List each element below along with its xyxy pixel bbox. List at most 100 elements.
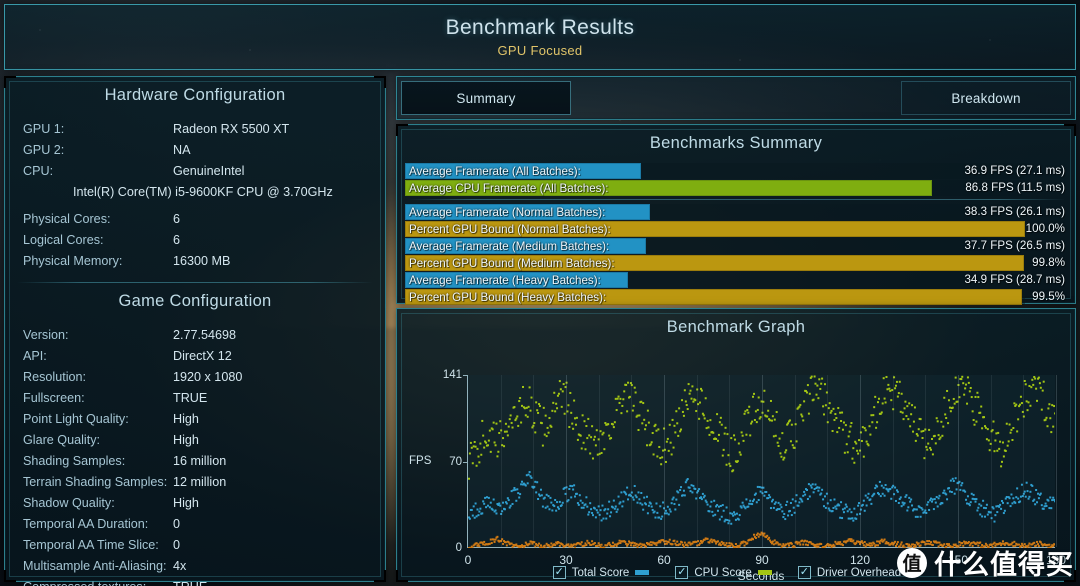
plot-area: 0 30 60 90 120 150 180 0 70 141 [443, 369, 1066, 567]
benchmark-bar-row: Percent GPU Bound (Normal Batches): 100.0… [405, 221, 1067, 237]
x-tick-label: 150 [947, 553, 969, 567]
config-row: Shading Samples: 16 million [5, 451, 385, 472]
config-key: Temporal AA Duration: [23, 517, 149, 531]
bar-value: 86.8 FPS (11.5 ms) [965, 181, 1065, 194]
benchmark-graph-panel: Benchmark Graph FPS 0 30 60 90 120 150 180 0 70 1… [396, 308, 1076, 583]
gridline-minor [729, 375, 731, 547]
gridline [664, 375, 665, 547]
legend-item-total-score[interactable]: ✓ Total Score [552, 566, 650, 579]
config-key: GPU 1: [23, 122, 65, 136]
config-key: Shading Samples: [23, 454, 126, 468]
y-tick-label: 141 [442, 369, 462, 381]
tab-summary[interactable]: Summary [401, 81, 571, 115]
config-key: Terrain Shading Samples: [23, 475, 168, 489]
config-row: Version: 2.77.54698 [5, 325, 385, 346]
legend-color-swatch [757, 570, 772, 575]
benchmark-bar-row: Average Framerate (Medium Batches): 37.7 … [405, 238, 1067, 254]
bar-value: 100.0% [1025, 222, 1065, 235]
config-key: Resolution: [23, 370, 87, 384]
bar-label: Average Framerate (Medium Batches): [409, 239, 610, 253]
bar-group-divider [407, 199, 1065, 200]
y-tick-label: 0 [455, 542, 462, 554]
config-row: Compressed textures:TRUE [5, 577, 385, 586]
config-key: Physical Memory: [23, 254, 123, 268]
config-row: Logical Cores: 6 [5, 230, 385, 251]
cpu-detail-text: Intel(R) Core(TM) i5-9600KF CPU @ 3.70GH… [73, 185, 333, 199]
gridline [958, 375, 959, 547]
hardware-config-list: GPU 1: Radeon RX 5500 XT GPU 2: NA CPU: Genui… [5, 113, 385, 182]
benchmark-graph-title: Benchmark Graph [666, 318, 806, 336]
benchmark-bar-row: Average Framerate (All Batches): 36.9 FPS… [405, 163, 1067, 179]
benchmark-results-screen: Benchmark Results GPU Focused Hardware C… [0, 0, 1080, 586]
benchmark-bar-row: Percent GPU Bound (Heavy Batches): 99.5% [405, 289, 1067, 305]
config-key: Temporal AA Time Slice: [23, 538, 159, 552]
config-row: API: DirectX 12 [5, 346, 385, 367]
config-row: Physical Memory: 16300 MB [5, 251, 385, 272]
legend-item-driver-overhead[interactable]: ✓ Driver Overhead [797, 566, 922, 579]
config-key: Point Light Quality: [23, 412, 129, 426]
checkbox-icon[interactable]: ✓ [797, 566, 811, 579]
legend-color-swatch [635, 570, 650, 575]
config-value: 2.77.54698 [173, 328, 237, 342]
config-value: 12 million [173, 475, 227, 489]
y-tick-mark [463, 462, 468, 464]
config-row: CPU: GenuineIntel [5, 161, 385, 182]
hardware-config-list-2: Physical Cores: 6 Logical Cores: 6 Physical … [5, 203, 385, 272]
config-key: GPU 2: [23, 143, 65, 157]
configuration-panel: Hardware Configuration GPU 1: Radeon RX 5… [4, 76, 386, 586]
x-tick-label: 30 [559, 553, 573, 567]
checkbox-icon[interactable]: ✓ [675, 566, 689, 579]
config-value: 6 [173, 212, 181, 226]
config-key: Multisample Anti-Aliasing: [23, 559, 167, 573]
legend-label: Total Score [571, 566, 630, 579]
legend-item-cpu-score[interactable]: ✓ CPU Score [675, 566, 772, 579]
page-subtitle: GPU Focused [497, 43, 583, 58]
gridline-minor [892, 375, 894, 547]
config-value: 16300 MB [173, 254, 231, 268]
config-value: High [173, 496, 199, 510]
benchmarks-summary-title: Benchmarks Summary [649, 134, 823, 152]
config-row: GPU 1: Radeon RX 5500 XT [5, 119, 385, 140]
bar-label: Average CPU Framerate (All Batches): [409, 181, 609, 195]
config-value: 6 [173, 233, 181, 247]
config-row: Multisample Anti-Aliasing: 4x [5, 556, 385, 577]
config-row: Terrain Shading Samples: 12 million [5, 472, 385, 493]
config-value: GenuineIntel [173, 164, 245, 178]
legend-label: Driver Overhead [816, 566, 902, 579]
config-value: High [173, 412, 199, 426]
bar-value: 34.9 FPS (28.7 ms) [964, 273, 1065, 286]
x-tick-label: 120 [849, 553, 871, 567]
config-row: Point Light Quality: High [5, 409, 385, 430]
bar-label: Percent GPU Bound (Medium Batches): [409, 256, 615, 270]
benchmarks-summary-panel: Benchmarks Summary Average Framerate (Al… [396, 124, 1076, 305]
app-header: Benchmark Results GPU Focused [4, 4, 1076, 70]
bar-value: 37.7 FPS (26.5 ms) [964, 239, 1065, 252]
config-key: Shadow Quality: [23, 496, 115, 510]
bar-value: 99.5% [1032, 290, 1065, 303]
config-value: TRUE [173, 391, 208, 405]
hardware-config-title: Hardware Configuration [104, 86, 286, 104]
checkbox-icon[interactable]: ✓ [552, 566, 566, 579]
benchmark-bar-row: Average Framerate (Normal Batches): 38.3 … [405, 204, 1067, 220]
gridline [762, 375, 763, 547]
config-key: Fullscreen: [23, 391, 85, 405]
gridline-minor [925, 375, 927, 547]
config-value: 16 million [173, 454, 227, 468]
gridline-minor [696, 375, 698, 547]
bar-value: 38.3 FPS (26.1 ms) [964, 205, 1065, 218]
game-config-list: Version: 2.77.54698 API: DirectX 12 Resoluti… [5, 319, 385, 586]
page-title: Benchmark Results [445, 16, 635, 39]
bar-label: Percent GPU Bound (Heavy Batches): [409, 290, 607, 304]
bar-value: 99.8% [1032, 256, 1065, 269]
tab-bar: Summary Breakdown [396, 76, 1076, 120]
y-tick-label: 70 [449, 456, 462, 469]
gridline-minor [794, 375, 796, 547]
config-value: Radeon RX 5500 XT [173, 122, 290, 136]
config-value: 0 [173, 517, 181, 531]
config-row: Fullscreen: TRUE [5, 388, 385, 409]
bar-value: 36.9 FPS (27.1 ms) [964, 164, 1065, 177]
gridline-minor [500, 375, 502, 547]
tab-breakdown[interactable]: Breakdown [901, 81, 1071, 115]
config-key: CPU: [23, 164, 54, 178]
bar-label: Percent GPU Bound (Normal Batches): [409, 222, 611, 236]
